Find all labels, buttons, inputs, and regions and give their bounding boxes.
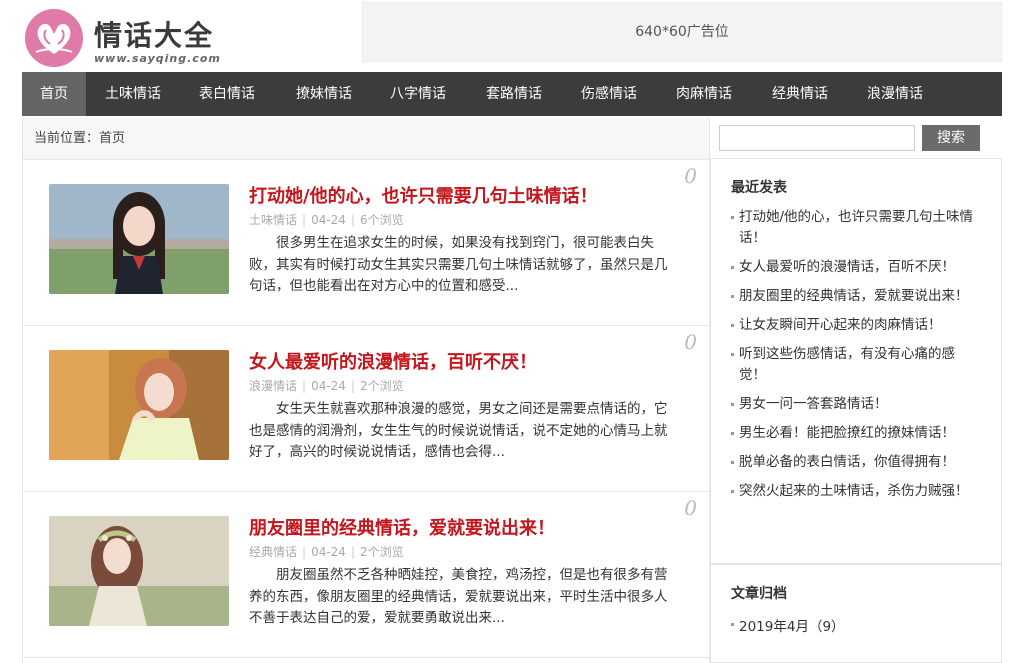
article-title[interactable]: 女人最爱听的浪漫情话，百听不厌！: [249, 348, 537, 374]
article-meta: 土味情话 | 04-24 | 6个浏览: [249, 213, 404, 227]
recent-post-link[interactable]: 女人最爱听的浪漫情话，百听不厌！: [731, 257, 981, 278]
site-logo[interactable]: 情话大全 www.sayqing.com: [24, 6, 224, 68]
recent-post-link[interactable]: 男女一问一答套路情话！: [731, 394, 981, 415]
recent-post-link[interactable]: 突然火起来的土味情话，杀伤力贼强！: [731, 481, 981, 502]
breadcrumb: 当前位置：首页: [23, 118, 709, 160]
logo-text: 情话大全: [94, 19, 215, 52]
main-content: 当前位置：首页 打动她/他的心，也许只需要几句土味情话！ 土味情话 | 04-24 |…: [22, 118, 711, 663]
girl-portrait-image: [49, 516, 229, 626]
recent-post-link[interactable]: 打动她/他的心，也许只需要几句土味情话！: [731, 207, 981, 249]
article-category[interactable]: 浪漫情话: [249, 379, 297, 393]
ad-banner[interactable]: 640*60广告位: [362, 2, 1002, 62]
recent-posts-title: 最近发表: [731, 180, 787, 196]
article-date: 04-24: [311, 379, 346, 393]
main-nav: 首页 土味情话 表白情话 撩妹情话 八字情话 套路情话 伤感情话 肉麻情话 经典…: [22, 72, 1002, 116]
nav-item-liaomei[interactable]: 撩妹情话: [282, 72, 366, 116]
article-meta: 浪漫情话 | 04-24 | 2个浏览: [249, 379, 404, 393]
search-button[interactable]: 搜索: [922, 125, 980, 151]
article-item: 朋友圈里的经典情话，爱就要说出来！ 经典情话 | 04-24 | 2个浏览 朋友圈虽然不…: [23, 492, 711, 658]
archive-title: 文章归档: [731, 586, 787, 602]
nav-item-home[interactable]: 首页: [22, 72, 86, 116]
recent-post-link[interactable]: 听到这些伤感情话，有没有心痛的感觉！: [731, 344, 981, 386]
swan-heart-logo-icon: [25, 9, 83, 67]
nav-item-langman[interactable]: 浪漫情话: [853, 72, 937, 116]
nav-item-shanggan[interactable]: 伤感情话: [567, 72, 651, 116]
archive-link[interactable]: 2019年4月（9）: [731, 615, 845, 635]
article-item: 打动她/他的心，也许只需要几句土味情话！ 土味情话 | 04-24 | 6个浏览 很多男…: [23, 160, 711, 326]
article-thumbnail[interactable]: [49, 184, 229, 294]
article-item: 女人最爱听的浪漫情话，百听不厌！ 浪漫情话 | 04-24 | 2个浏览 女生天生就喜欢…: [23, 326, 711, 492]
recent-post-link[interactable]: 脱单必备的表白情话，你值得拥有！: [731, 452, 981, 473]
sidebar: 搜索 最近发表 打动她/他的心，也许只需要几句土味情话！ 女人最爱听的浪漫情话，…: [710, 118, 1002, 663]
article-title[interactable]: 打动她/他的心，也许只需要几句土味情话！: [249, 182, 598, 208]
article-views: 2个浏览: [359, 379, 404, 393]
article-date: 04-24: [311, 545, 346, 559]
nav-item-roumaa[interactable]: 肉麻情话: [662, 72, 746, 116]
girl-portrait-image: [49, 350, 229, 460]
article-meta: 经典情话 | 04-24 | 2个浏览: [249, 545, 404, 559]
nav-item-biaobai[interactable]: 表白情话: [185, 72, 269, 116]
logo-url: www.sayqing.com: [94, 52, 221, 65]
article-thumbnail[interactable]: [49, 350, 229, 460]
article-views: 6个浏览: [359, 213, 404, 227]
search-bar: 搜索: [710, 118, 1002, 160]
article-category[interactable]: 土味情话: [249, 213, 297, 227]
recent-post-link[interactable]: 让女友瞬间开心起来的肉麻情话！: [731, 315, 981, 336]
comment-count[interactable]: 0: [684, 164, 697, 188]
article-title[interactable]: 朋友圈里的经典情话，爱就要说出来！: [249, 514, 555, 540]
article-excerpt: 很多男生在追求女生的时候，如果没有找到窍门，很可能表白失败，其实有时候打动女生其…: [249, 235, 668, 294]
article-category[interactable]: 经典情话: [249, 545, 297, 559]
article-thumbnail[interactable]: [49, 516, 229, 626]
search-input[interactable]: [719, 125, 915, 151]
nav-item-tuwei[interactable]: 土味情话: [91, 72, 175, 116]
nav-item-taolu[interactable]: 套路情话: [472, 72, 556, 116]
article-date: 04-24: [311, 213, 346, 227]
comment-count[interactable]: 0: [684, 496, 697, 520]
nav-item-bazi[interactable]: 八字情话: [376, 72, 460, 116]
recent-post-link[interactable]: 朋友圈里的经典情话，爱就要说出来！: [731, 286, 981, 307]
archive-widget: 文章归档 2019年4月（9）: [710, 564, 1002, 663]
recent-posts-list: 打动她/他的心，也许只需要几句土味情话！ 女人最爱听的浪漫情话，百听不厌！ 朋友…: [731, 207, 981, 510]
article-excerpt: 朋友圈虽然不乏各种晒娃控，美食控，鸡汤控，但是也有很多有营养的东西，像朋友圈里的…: [249, 567, 668, 626]
article-excerpt: 女生天生就喜欢那种浪漫的感觉，男女之间还是需要点情话的，它也是感情的润滑剂，女生…: [249, 401, 668, 460]
comment-count[interactable]: 0: [684, 330, 697, 354]
article-views: 2个浏览: [359, 545, 404, 559]
girl-portrait-image: [49, 184, 229, 294]
recent-post-link[interactable]: 男生必看！能把脸撩红的撩妹情话！: [731, 423, 981, 444]
nav-item-jingdian[interactable]: 经典情话: [758, 72, 842, 116]
site-header: 情话大全 www.sayqing.com 640*60广告位: [0, 0, 1024, 72]
recent-posts-widget: 最近发表 打动她/他的心，也许只需要几句土味情话！ 女人最爱听的浪漫情话，百听不…: [710, 158, 1002, 564]
